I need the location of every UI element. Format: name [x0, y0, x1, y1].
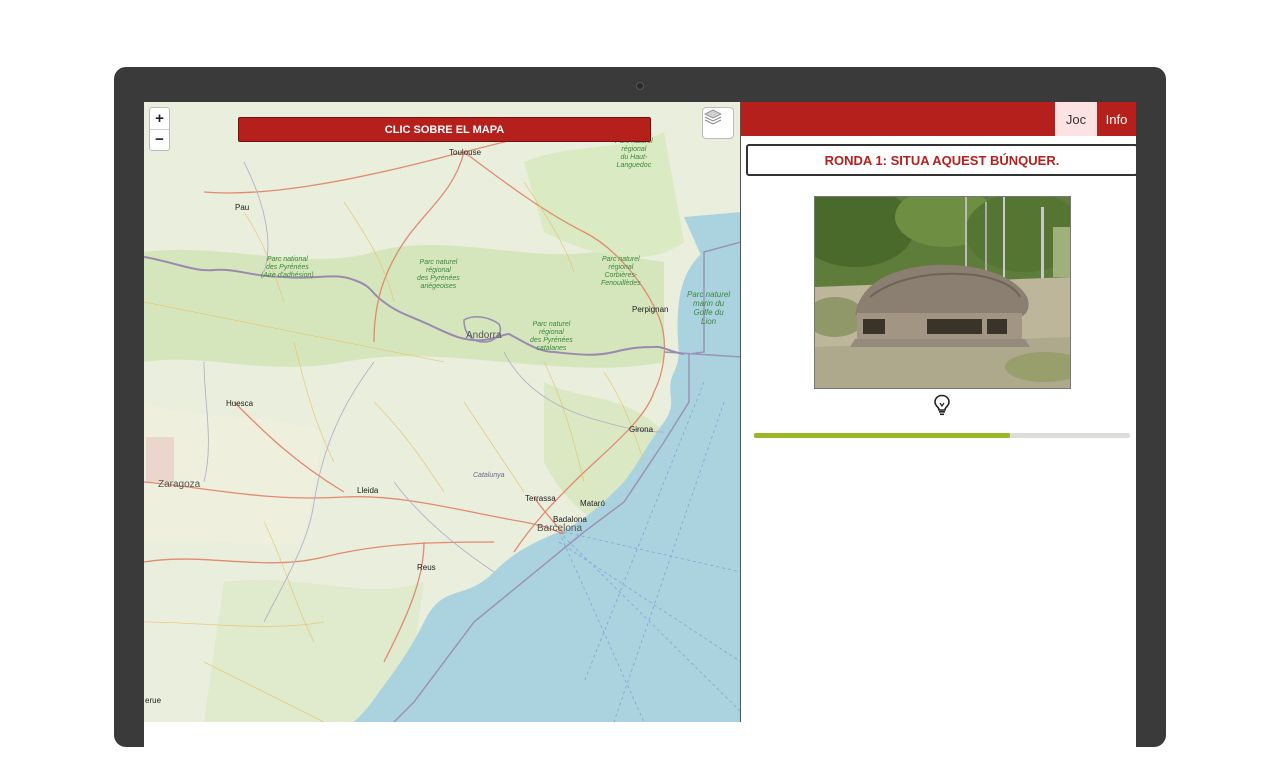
time-progress-bar — [754, 433, 1130, 438]
camera-icon — [636, 82, 644, 90]
label-park-corbieres: Parc naturel régional Corbières- Fenouil… — [601, 256, 641, 287]
label-park-ariegeoises: Parc naturel régional des Pyrénées ariég… — [417, 259, 460, 290]
label-reus: Reus — [417, 563, 436, 572]
label-girona: Girona — [629, 425, 654, 434]
label-teruel: erue — [145, 696, 162, 705]
label-park-marin: Parc naturel marin du Golfe du Lion — [687, 290, 731, 326]
time-progress-fill — [754, 433, 1010, 438]
label-catalunya: Catalunya — [473, 472, 505, 479]
label-mataro: Mataró — [580, 499, 605, 508]
label-perpignan: Perpignan — [632, 305, 669, 314]
label-terrassa: Terrassa — [525, 494, 556, 503]
zoom-control: + − — [149, 107, 170, 151]
tab-info[interactable]: Info — [1097, 102, 1136, 136]
label-toulouse: Toulouse — [449, 148, 482, 157]
label-zaragoza: Zaragoza — [158, 479, 201, 490]
app-screen: Toulouse Pau Andorra Perpignan Huesca Za… — [144, 102, 1136, 762]
map[interactable]: Toulouse Pau Andorra Perpignan Huesca Za… — [144, 102, 741, 722]
label-huesca: Huesca — [226, 399, 254, 408]
layers-button[interactable] — [702, 107, 734, 139]
lightbulb-icon — [934, 394, 950, 416]
round-title: RONDA 1: SITUA AQUEST BÚNQUER. — [746, 144, 1136, 176]
zoom-out-button[interactable]: − — [150, 128, 169, 151]
game-panel: Joc Info RONDA 1: SITUA AQUEST BÚNQUER. — [741, 102, 1136, 722]
click-map-banner: CLIC SOBRE EL MAPA — [238, 117, 651, 142]
label-andorra: Andorra — [466, 330, 502, 341]
label-park-catalanes: Parc naturel régional des Pyrénées catal… — [530, 321, 573, 352]
label-lleida: Lleida — [357, 486, 379, 495]
zoom-in-button[interactable]: + — [150, 108, 169, 129]
label-park-hautlanguedoc: Parc naturel régional du Haut- Languedoc — [615, 138, 653, 169]
label-barcelona: Barcelona — [537, 523, 583, 534]
bunker-photo — [814, 196, 1071, 389]
laptop-frame: Toulouse Pau Andorra Perpignan Huesca Za… — [114, 67, 1166, 762]
label-pau: Pau — [235, 203, 250, 212]
panel-header: Joc Info — [741, 102, 1136, 136]
tab-joc[interactable]: Joc — [1055, 102, 1097, 136]
hint-button[interactable] — [931, 393, 953, 417]
map-tiles — [144, 102, 740, 722]
label-park-pyrenees: Parc national des Pyrénées (Aire d'adhés… — [261, 256, 314, 279]
layers-icon — [704, 109, 722, 125]
